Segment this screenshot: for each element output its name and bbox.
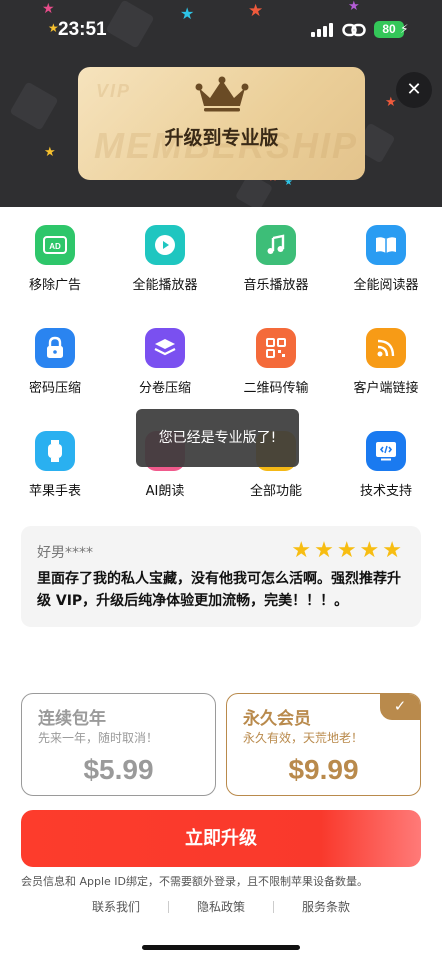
code-icon	[366, 431, 406, 471]
status-time: 23:51	[58, 19, 107, 40]
upgrade-button[interactable]: 立即升级	[21, 810, 421, 867]
divider	[167, 900, 169, 913]
plan-annual-card[interactable]: 连续包年 先来一年，随时取消！ $5.99	[21, 693, 216, 796]
plan-lifetime-card[interactable]: ✓ 永久会员 永久有效，天荒地老！ $9.99	[226, 693, 421, 796]
close-button[interactable]: ✕	[396, 72, 432, 108]
watermark-vip: VIP	[96, 81, 132, 101]
terms-link[interactable]: 服务条款	[302, 898, 350, 915]
feature-remove-ads[interactable]: AD 移除广告	[0, 225, 110, 293]
feature-password-compress[interactable]: 密码压缩	[0, 328, 110, 396]
rating-stars: ★★★★★	[291, 538, 405, 563]
feature-label: 全部功能	[249, 484, 302, 499]
reviewer-name: 好男****	[37, 545, 93, 561]
rss-icon	[366, 328, 406, 368]
footer-links: 联系我们 隐私政策 服务条款	[0, 898, 442, 915]
book-icon	[366, 225, 406, 265]
svg-text:AD: AD	[49, 242, 61, 251]
checkmark-icon: ✓	[380, 694, 420, 720]
feature-label: 全能阅读器	[353, 278, 419, 293]
divider	[273, 900, 274, 913]
plan-price: $9.99	[288, 754, 359, 785]
crown-icon	[195, 76, 249, 112]
star-icon: ★	[385, 95, 397, 110]
feature-tech-support[interactable]: 技术支持	[331, 431, 441, 499]
disclaimer-text: 会员信息和 Apple ID绑定，不需要额外登录，且不限制苹果设备数量。	[21, 875, 369, 888]
link-icon	[342, 23, 366, 37]
watch-icon	[35, 431, 75, 471]
feature-music-player[interactable]: 音乐播放器	[221, 225, 331, 293]
layers-icon	[145, 328, 185, 368]
toast-message: 您已经是专业版了!	[136, 409, 299, 467]
contact-link[interactable]: 联系我们	[92, 898, 140, 915]
plan-name: 永久会员	[243, 709, 311, 729]
privacy-link[interactable]: 隐私政策	[197, 898, 245, 915]
plan-price: $5.99	[83, 754, 154, 785]
membership-banner: VIP MEMBERSHIP 升级到专业版	[78, 67, 365, 180]
lock-icon	[35, 328, 75, 368]
feature-reader[interactable]: 全能阅读器	[331, 225, 441, 293]
feature-qrcode-transfer[interactable]: 二维码传输	[221, 328, 331, 396]
feature-label: 苹果手表	[28, 484, 81, 499]
review-text: 里面存了我的私人宝藏，没有他我可怎么活啊。强烈推荐升级 VIP，升级后纯净体验更…	[37, 571, 401, 609]
feature-label: 音乐播放器	[243, 278, 309, 293]
music-icon	[256, 225, 296, 265]
status-bar: 23:51 80 ⚡	[0, 0, 442, 56]
charging-bolt-icon: ⚡	[400, 22, 409, 36]
feature-label: 密码压缩	[28, 381, 81, 396]
review-card: 好男**** ★★★★★ 里面存了我的私人宝藏，没有他我可怎么活啊。强烈推荐升级…	[21, 526, 421, 627]
feature-label: 移除广告	[28, 278, 81, 293]
decoration-cube	[9, 81, 59, 131]
cellular-signal-icon	[311, 23, 333, 37]
feature-label: AI朗读	[145, 484, 185, 499]
feature-label: 全能播放器	[132, 278, 198, 293]
banner-title: 升级到专业版	[164, 127, 279, 149]
feature-label: 客户端链接	[353, 381, 419, 396]
plan-subtitle: 永久有效，天荒地老！	[243, 731, 364, 745]
header: ★ ★ ★ ★ ★ ★ ★ ★ ★ 23:51 80 ⚡ VIP MEMBERS…	[0, 0, 442, 207]
feature-client-link[interactable]: 客户端链接	[331, 328, 441, 396]
ad-icon: AD	[35, 225, 75, 265]
star-icon: ★	[44, 145, 56, 160]
feature-split-compress[interactable]: 分卷压缩	[110, 328, 220, 396]
play-icon	[145, 225, 185, 265]
close-icon: ✕	[406, 79, 422, 100]
qrcode-icon	[256, 328, 296, 368]
feature-label: 二维码传输	[243, 381, 309, 396]
feature-apple-watch[interactable]: 苹果手表	[0, 431, 110, 499]
feature-label: 技术支持	[359, 484, 412, 499]
feature-label: 分卷压缩	[138, 381, 191, 396]
feature-player[interactable]: 全能播放器	[110, 225, 220, 293]
home-indicator[interactable]	[142, 945, 300, 950]
plan-name: 连续包年	[38, 709, 106, 729]
plan-subtitle: 先来一年，随时取消！	[38, 731, 159, 745]
